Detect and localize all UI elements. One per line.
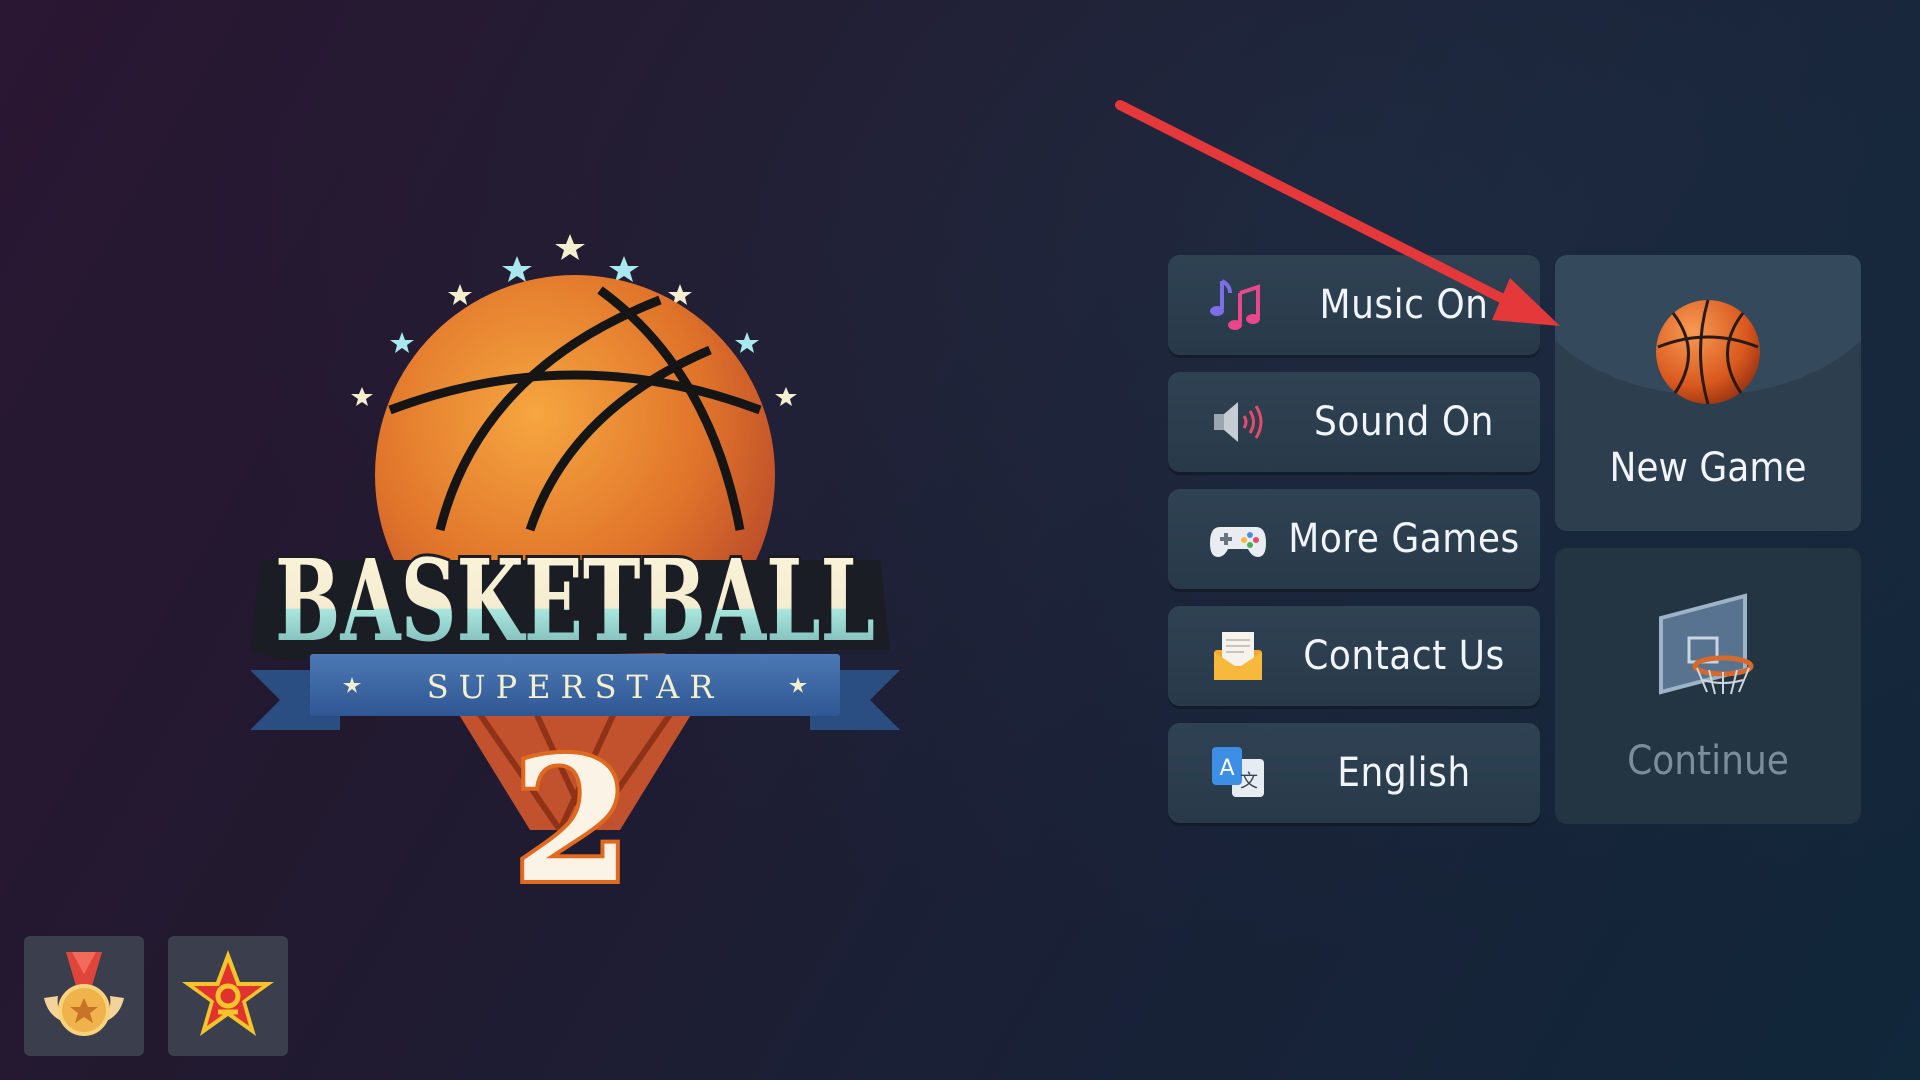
sound-toggle-button[interactable]: Sound On	[1168, 372, 1540, 472]
more-games-label: More Games	[1288, 516, 1520, 562]
logo-number: 2	[513, 721, 631, 910]
contact-us-button[interactable]: Contact Us	[1168, 606, 1540, 706]
new-game-label: New Game	[1609, 445, 1807, 491]
music-toggle-label: Music On	[1319, 282, 1489, 328]
more-games-button[interactable]: More Games	[1168, 489, 1540, 589]
contact-us-label: Contact Us	[1303, 633, 1505, 679]
gamepad-icon	[1208, 509, 1268, 569]
language-button[interactable]: A 文 English	[1168, 723, 1540, 823]
logo-subtitle: SUPERSTAR	[427, 668, 724, 706]
svg-text:文: 文	[1240, 771, 1258, 792]
translate-icon: A 文	[1208, 743, 1268, 803]
language-label: English	[1337, 750, 1471, 796]
sound-toggle-label: Sound On	[1314, 399, 1494, 445]
basketball-icon	[1653, 297, 1763, 407]
continue-label: Continue	[1627, 738, 1789, 784]
continue-button[interactable]: Continue	[1555, 548, 1861, 824]
mail-icon	[1208, 626, 1268, 686]
music-toggle-button[interactable]: Music On	[1168, 255, 1540, 355]
achievements-button[interactable]	[24, 936, 144, 1056]
favorites-button[interactable]	[168, 936, 288, 1056]
star-badge-icon	[182, 950, 274, 1036]
medal-icon	[44, 952, 124, 1036]
svg-text:A: A	[1219, 756, 1234, 781]
music-notes-icon	[1208, 275, 1268, 335]
logo-word: BASKETBALL	[275, 536, 875, 667]
speaker-icon	[1208, 392, 1268, 452]
game-logo: BASKETBALL SUPERSTAR 2	[240, 230, 920, 910]
hoop-icon	[1653, 588, 1763, 698]
new-game-button[interactable]: New Game	[1555, 255, 1861, 531]
